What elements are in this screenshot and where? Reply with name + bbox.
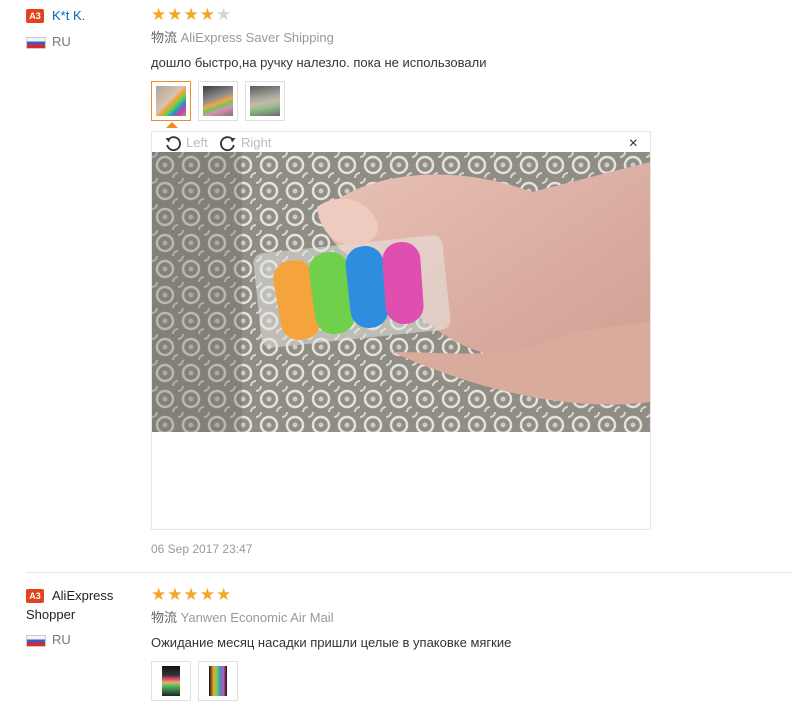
- star-filled-icon: ★: [167, 5, 183, 24]
- reviewer-name[interactable]: K*t K.: [52, 8, 85, 24]
- star-filled-icon: ★: [199, 5, 215, 24]
- star-filled-icon: ★: [183, 585, 199, 604]
- star-filled-icon: ★: [167, 585, 183, 604]
- star-filled-icon: ★: [151, 5, 167, 24]
- review-photo-thumbnail[interactable]: [198, 661, 238, 701]
- shipping-method: AliExpress Saver Shipping: [180, 30, 334, 45]
- star-rating: ★ ★ ★ ★ ★: [151, 585, 232, 604]
- review-photo-thumbnail[interactable]: [151, 661, 191, 701]
- review-photo-thumbnail[interactable]: [151, 81, 191, 121]
- thumbnail-image: [156, 86, 186, 116]
- review-photo-image: [152, 152, 650, 432]
- shipping-method: Yanwen Economic Air Mail: [180, 610, 334, 625]
- thumbnail-image: [203, 86, 233, 116]
- russia-flag-icon: [26, 37, 46, 49]
- shipping-label: 物流: [151, 610, 178, 625]
- russia-flag-icon: [26, 635, 46, 647]
- country-code: RU: [52, 632, 71, 647]
- star-filled-icon: ★: [151, 585, 167, 604]
- thumbnail-image: [250, 86, 280, 116]
- reviewer-name: AliExpress: [52, 588, 114, 603]
- close-viewer-button[interactable]: ×: [629, 136, 638, 152]
- selected-thumbnail-pointer: [166, 122, 178, 128]
- review-date: 06 Sep 2017 23:47: [151, 542, 253, 556]
- photo-viewer: Left Right ×: [151, 131, 651, 530]
- buyer-level-badge: A3: [26, 9, 44, 23]
- shipping-info: 物流 Yanwen Economic Air Mail: [151, 610, 334, 626]
- review-photo-thumbnail[interactable]: [198, 81, 238, 121]
- thumbnail-image: [209, 666, 227, 696]
- star-filled-icon: ★: [183, 5, 199, 24]
- review-comment: дошло быстро,на ручку налезло. пока не и…: [151, 55, 487, 70]
- star-empty-icon: ★: [216, 5, 232, 24]
- country-code: RU: [52, 34, 71, 49]
- review-comment: Ожидание месяц насадки пришли целые в уп…: [151, 635, 512, 650]
- rotate-right-icon: [220, 136, 236, 151]
- shipping-label: 物流: [151, 30, 178, 45]
- review-item: A3 K*t K. RU ★ ★ ★ ★ ★ 物流 AliExpress Sav…: [0, 0, 792, 572]
- shipping-info: 物流 AliExpress Saver Shipping: [151, 30, 334, 46]
- rotate-left-label: Left: [186, 135, 208, 150]
- review-photo-thumbnail[interactable]: [245, 81, 285, 121]
- review-item: A3 AliExpress Shopper RU ★ ★ ★ ★ ★ 物流 Ya…: [0, 573, 792, 711]
- review-photo-large: [152, 152, 650, 432]
- buyer-level-badge: A3: [26, 589, 44, 603]
- thumbnail-image: [162, 666, 180, 696]
- rotate-left-icon: [165, 136, 181, 151]
- star-filled-icon: ★: [199, 585, 215, 604]
- rotate-right-label: Right: [241, 135, 272, 150]
- reviewer-name-line2: Shopper: [26, 607, 76, 622]
- star-rating: ★ ★ ★ ★ ★: [151, 5, 232, 24]
- star-filled-icon: ★: [216, 585, 232, 604]
